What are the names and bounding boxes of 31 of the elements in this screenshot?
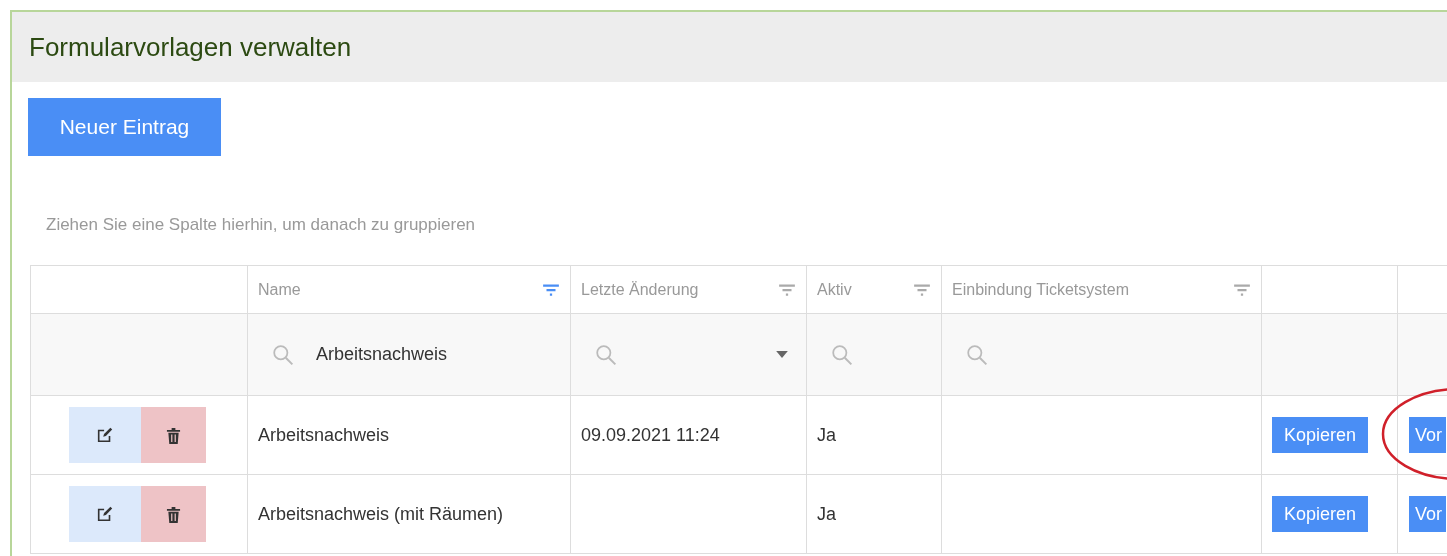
edit-icon — [96, 505, 114, 523]
preview-button[interactable]: Vor — [1409, 496, 1447, 532]
column-header[interactable]: Einbindung Ticketsystem — [952, 280, 1129, 299]
delete-button[interactable] — [141, 407, 206, 463]
edit-icon — [96, 426, 114, 444]
column-header[interactable]: Aktiv — [817, 280, 852, 299]
filter-icon[interactable] — [913, 282, 931, 297]
trash-icon — [166, 505, 181, 523]
trash-icon — [166, 426, 181, 444]
column-header[interactable]: Name — [258, 280, 301, 299]
filter-icon[interactable] — [542, 282, 560, 297]
filter-icon[interactable] — [1233, 282, 1251, 297]
group-panel-hint: Ziehen Sie eine Spalte hierhin, um danach zu gruppieren — [46, 215, 477, 235]
table-cell: Arbeitsnachweis (mit Räumen) — [248, 475, 571, 554]
new-entry-button[interactable]: Neuer Eintrag — [28, 98, 221, 156]
search-icon — [831, 343, 853, 366]
filter-icon[interactable] — [778, 282, 796, 297]
preview-button[interactable]: Vor — [1409, 417, 1447, 453]
table-cell: Arbeitsnachweis — [248, 396, 571, 475]
table-cell: Ja — [807, 396, 942, 475]
search-icon — [966, 343, 988, 366]
column-header[interactable]: Letzte Änderung — [581, 280, 699, 299]
table-cell: 09.09.2021 11:24 — [571, 396, 807, 475]
search-icon — [595, 343, 617, 366]
table-cell: Ja — [807, 475, 942, 554]
dropdown-caret-icon[interactable] — [776, 351, 788, 358]
delete-button[interactable] — [141, 486, 206, 542]
search-icon — [272, 343, 294, 366]
copy-button[interactable]: Kopieren — [1272, 496, 1369, 532]
copy-button[interactable]: Kopieren — [1272, 417, 1369, 453]
panel-title: Formularvorlagen verwalten — [29, 31, 352, 63]
